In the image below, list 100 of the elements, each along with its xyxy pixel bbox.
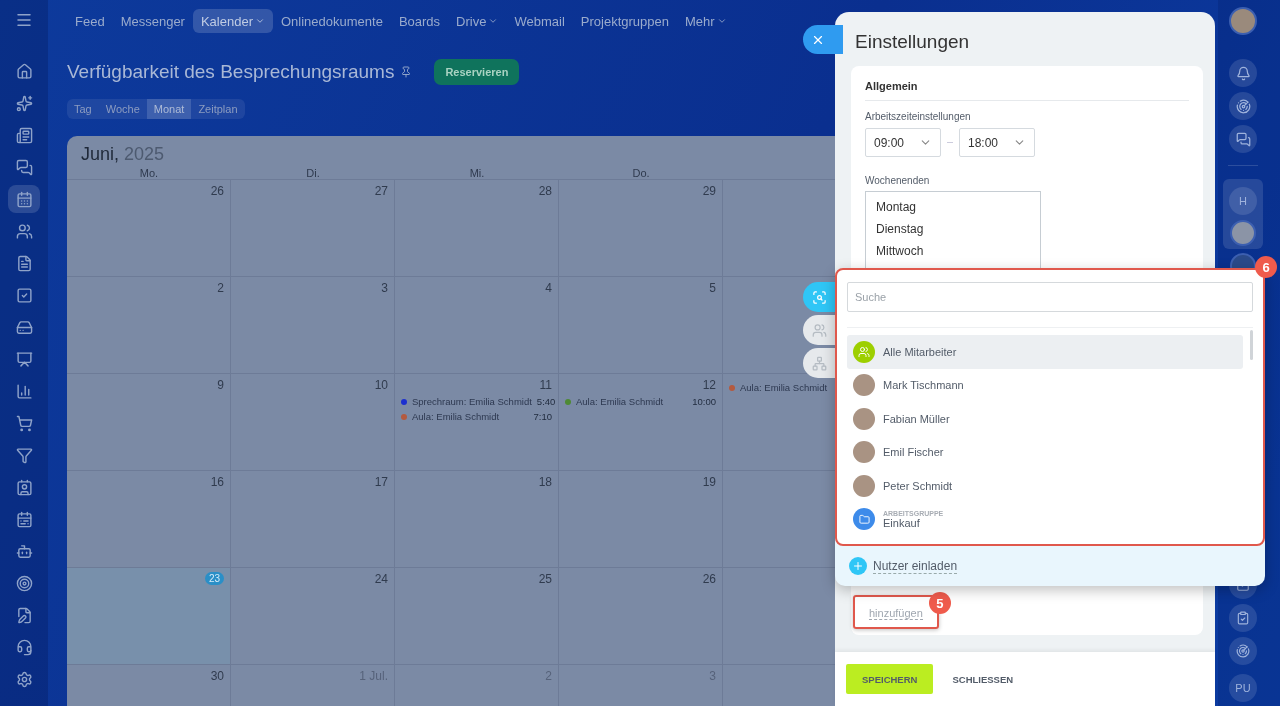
selector-item[interactable]: Emil Fischer [847,435,1243,469]
nav-tab[interactable]: Onlinedokumente [273,9,391,33]
sparkle-icon [15,94,33,112]
document-edit-icon [15,606,33,624]
view-tab[interactable]: Zeitplan [191,99,245,119]
view-tab[interactable]: Tag [67,99,99,119]
calendar-event[interactable]: Aula: Emilia Schmidt 7:10 [401,411,552,422]
nav-tab[interactable]: Projektgruppen [572,9,677,33]
date-number: 18 [538,475,552,489]
user-avatar [853,474,875,497]
nav-tab[interactable]: Drive [448,9,507,33]
add-link[interactable]: hinzufügen [869,607,923,620]
invite-link[interactable]: Nutzer einladen [873,558,958,574]
document-icon [15,254,33,272]
item-name: Peter Schmidt [883,479,953,492]
nav-tab[interactable]: Kalender [192,9,273,33]
field-label: Arbeitszeiteinstellungen [865,111,972,122]
date-number: 26 [210,184,224,198]
reserve-button[interactable]: Reservieren [434,59,520,85]
date-number: 10 [374,378,388,392]
today-date-badge: 23 [204,572,224,585]
weekday-label: Mo. [138,167,160,179]
date-number: 30 [210,669,224,683]
date-number: 27 [374,184,388,198]
nav-tab[interactable]: Boards [390,9,449,33]
chat-icon [15,158,33,176]
target-icon [15,574,33,592]
nav-tab[interactable]: Feed [67,9,113,33]
view-tab[interactable]: Monat [146,99,192,119]
date-number: 5 [709,281,716,295]
annotation-badge: 6 [1255,256,1277,278]
save-button[interactable]: SPEICHERN [846,664,934,694]
chat-button[interactable] [1229,125,1257,153]
filter-icon [15,446,33,464]
selector-item[interactable]: Mark Tischmann [847,368,1243,402]
calendar-event[interactable]: Aula: Emilia Schmidt 10:00 [565,396,716,407]
nav-tab[interactable]: Mehr [676,9,735,33]
time-select[interactable]: 18:00 [959,128,1035,157]
selector-item[interactable]: Alle Mitarbeiter [847,335,1243,369]
nav-tab[interactable]: Webmail [506,9,573,33]
newspaper-icon [15,126,33,144]
sidebar-item[interactable] [8,185,40,213]
home-icon [15,62,33,80]
date-number: 25 [538,572,552,586]
spiral-icon [1236,644,1250,658]
close-panel-button[interactable] [803,25,843,54]
date-number: 12 [702,378,716,392]
user-avatar [853,407,875,430]
selector-item[interactable]: Peter Schmidt [847,469,1243,503]
date-number: 26 [702,572,716,586]
weekday-label: Do. [631,167,651,179]
listbox-option[interactable]: Mittwoch [876,244,1030,258]
group-chat-avatar[interactable]: H [1229,186,1257,215]
date-number: 28 [538,184,552,198]
listbox-option[interactable]: Dienstag [876,222,1030,236]
weekday-label: Di. [305,167,321,179]
section-title: Allgemein [865,80,1189,101]
bar-chart-icon [15,382,33,400]
view-tab[interactable]: Woche [98,99,147,119]
date-number: 24 [374,572,388,586]
user-avatar[interactable] [1229,7,1257,35]
spiral-icon [1235,98,1251,114]
date-number: 3 [381,281,388,295]
weekday-label: Mi. [468,167,486,179]
folder-glyph [858,513,870,525]
spiral-button[interactable] [1229,92,1257,120]
date-number: 9 [217,378,224,392]
item-name: Fabian Müller [883,412,950,425]
time-select[interactable]: 09:00 [865,128,941,157]
headset-icon [15,638,33,656]
chevron-down-icon [255,16,265,26]
cart-icon [15,414,33,432]
search-field[interactable]: Suche [847,282,1253,312]
chevron-down-icon [716,16,727,26]
listbox-option[interactable]: Montag [876,200,1030,214]
calendar-grid-icon [15,510,33,528]
selector-item[interactable]: Fabian Müller [847,402,1243,436]
bell-icon [1235,65,1251,81]
nav-tab[interactable]: Messenger [112,9,193,33]
user-initials[interactable]: PU [1229,674,1257,702]
panel-title: Einstellungen [854,30,971,53]
field-label: Wochenenden [865,175,931,186]
scrollbar[interactable] [1250,330,1253,360]
contact-card-icon [15,478,33,496]
robot-icon [15,542,33,560]
item-name: Mark Tischmann [883,379,964,392]
date-number: 4 [545,281,552,295]
date-number: 2 [217,281,224,295]
users-icon [15,222,33,240]
close-button[interactable]: SCHLIESSEN [946,672,1020,686]
date-number: 29 [702,184,716,198]
date-number: 11 [539,378,552,392]
task-button[interactable] [1229,604,1257,632]
notifications-button[interactable] [1229,59,1257,87]
user-avatar [853,374,875,397]
spiral-button[interactable] [1229,637,1257,665]
pin-icon[interactable] [400,66,413,78]
month-label: Juni, [81,144,120,165]
chevron-down-icon [488,16,499,26]
date-number: 17 [374,475,388,489]
